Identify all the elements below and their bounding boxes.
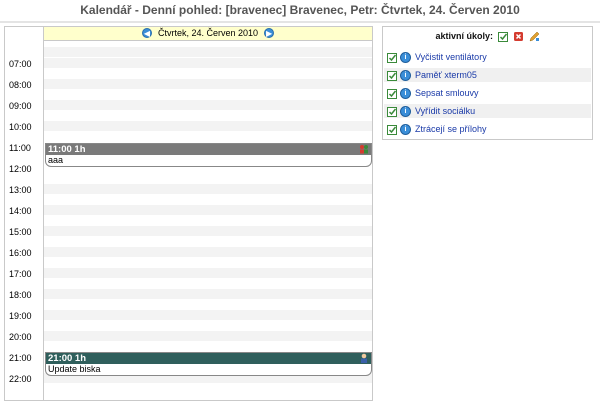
hour-label: 08:00 [9,80,32,90]
event-header: 11:00 1h [46,144,371,155]
active-tasks-panel: aktivní úkoly: i Vyčistit ventilátory i … [382,26,593,140]
day-label: Čtvrtek, 24. Červen 2010 [157,28,259,38]
day-calendar: ◀ Čtvrtek, 24. Červen 2010 ▶ 07:00 08:00 0… [4,26,373,401]
delete-task-icon[interactable] [513,31,524,42]
time-slot[interactable] [44,226,372,236]
task-info-icon[interactable]: i [400,52,411,63]
hour-label: 22:00 [9,374,32,384]
hour-label: 20:00 [9,332,32,342]
calendar-event[interactable]: 21:00 1h Update biska [45,352,372,376]
event-header: 21:00 1h [46,353,371,364]
time-slot[interactable] [44,310,372,320]
task-link[interactable]: Ztrácejí se přílohy [415,124,487,134]
event-time: 21:00 1h [48,353,87,364]
task-link[interactable]: Vyřídit sociálku [415,106,475,116]
hour-label: 18:00 [9,290,32,300]
event-title: Update biska [48,364,101,374]
day-header: ◀ Čtvrtek, 24. Červen 2010 ▶ [44,27,372,41]
task-link[interactable]: Sepsat smlouvy [415,88,479,98]
time-slot[interactable] [44,58,372,68]
complete-task-icon[interactable] [387,88,398,99]
hour-label: 07:00 [9,59,32,69]
task-info-icon[interactable]: i [400,70,411,81]
complete-task-icon[interactable] [387,52,398,63]
hour-label: 11:00 [9,143,31,153]
task-info-icon[interactable]: i [400,106,411,117]
hour-label: 14:00 [9,206,32,216]
hour-label: 13:00 [9,185,32,195]
next-day-icon[interactable]: ▶ [264,28,275,38]
time-slot[interactable] [44,79,372,89]
title-divider [0,21,600,23]
prev-day-icon[interactable]: ◀ [141,28,152,38]
complete-task-icon[interactable] [387,70,398,81]
page-title: Kalendář - Denní pohled: [bravenec] Brav… [80,3,520,17]
time-slot[interactable] [44,268,372,278]
hour-label: 19:00 [9,311,32,321]
time-slot[interactable] [44,47,372,57]
hour-label: 17:00 [9,269,32,279]
time-slot[interactable] [44,289,372,299]
hour-label: 12:00 [9,164,32,174]
add-task-icon[interactable] [497,31,509,43]
hour-label: 10:00 [9,122,32,132]
time-slot[interactable] [44,205,372,215]
tasks-header-label: aktivní úkoly: [435,31,493,41]
tasks-header: aktivní úkoly: [383,27,592,46]
hour-label: 15:00 [9,227,32,237]
time-slot[interactable] [44,331,372,341]
group-event-icon [360,145,368,154]
task-item[interactable]: i Ztrácejí se přílohy [384,122,591,136]
person-icon [361,353,367,363]
hour-label: 09:00 [9,101,32,111]
time-slot[interactable] [44,247,372,257]
edit-task-icon[interactable] [529,31,540,42]
event-time: 11:00 1h [48,144,86,155]
calendar-event[interactable]: 11:00 1h aaa [45,143,372,167]
task-item[interactable]: i Paměť xterm05 [384,68,591,82]
event-title: aaa [48,155,64,165]
task-info-icon[interactable]: i [400,88,411,99]
task-item[interactable]: i Vyčistit ventilátory [384,50,591,64]
task-item[interactable]: i Vyřídit sociálku [384,104,591,118]
complete-task-icon[interactable] [387,124,398,135]
time-slot[interactable] [44,184,372,194]
time-slot[interactable] [44,100,372,110]
hour-label: 16:00 [9,248,32,258]
task-link[interactable]: Vyčistit ventilátory [415,52,487,62]
task-link[interactable]: Paměť xterm05 [415,70,477,80]
task-item[interactable]: i Sepsat smlouvy [384,86,591,100]
hour-label: 21:00 [9,353,32,363]
time-slot[interactable] [44,121,372,131]
complete-task-icon[interactable] [387,106,398,117]
task-info-icon[interactable]: i [400,124,411,135]
